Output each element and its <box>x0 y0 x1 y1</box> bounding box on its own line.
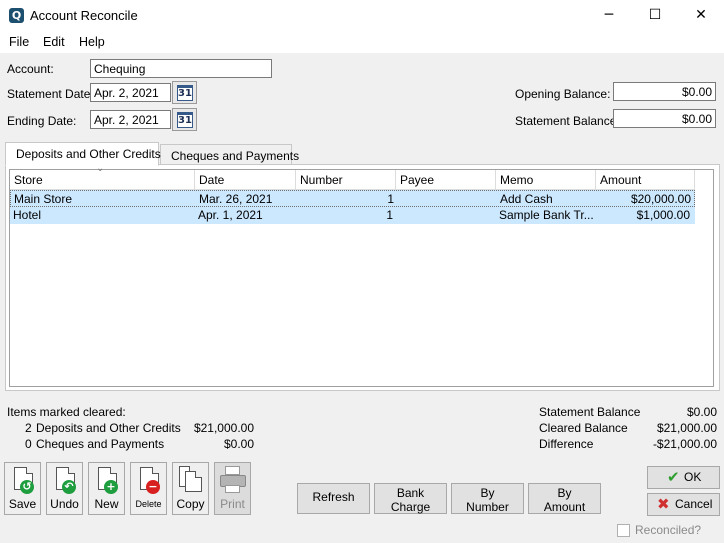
statement-balance-field[interactable]: $0.00 <box>613 109 716 128</box>
by-amount-label-line1: By <box>557 486 572 500</box>
by-amount-button[interactable]: By Amount <box>528 483 601 514</box>
document-copy-icon <box>185 471 202 492</box>
reconciled-checkbox[interactable] <box>617 524 630 537</box>
cell-memo: Sample Bank Tr... <box>499 208 594 222</box>
new-label: New <box>94 497 119 511</box>
undo-button[interactable]: ↶ Undo <box>46 462 83 515</box>
cell-number: 1 <box>387 192 394 206</box>
cell-memo: Add Cash <box>500 192 553 206</box>
ending-date-label: Ending Date: <box>7 114 77 128</box>
undo-label: Undo <box>50 497 79 511</box>
minus-icon: − <box>146 480 160 494</box>
deposits-count: 2 <box>25 421 32 435</box>
cell-amount: $1,000.00 <box>636 208 690 222</box>
cell-store: Main Store <box>14 192 73 206</box>
menu-bar <box>0 31 724 53</box>
menu-edit[interactable]: Edit <box>43 35 65 49</box>
cheques-count: 0 <box>25 437 32 451</box>
minimize-button[interactable]: ─ <box>586 0 632 31</box>
statement-date-field[interactable]: Apr. 2, 2021 <box>90 83 171 102</box>
tab-deposits-and-other-credits[interactable]: Deposits and Other Credits <box>5 142 161 166</box>
cell-number: 1 <box>386 208 393 222</box>
sort-indicator-icon: ⌄ <box>96 163 105 174</box>
print-label: Print <box>220 497 245 511</box>
refresh-button[interactable]: Refresh <box>297 483 370 514</box>
reconciled-label: Reconciled? <box>635 523 702 537</box>
difference-label: Difference <box>539 437 594 451</box>
calendar-icon: 31 <box>177 112 193 128</box>
account-field[interactable]: Chequing <box>90 59 272 78</box>
close-button[interactable]: ✕ <box>678 0 724 31</box>
printer-output-icon <box>225 485 240 493</box>
tab-cheques-and-payments[interactable]: Cheques and Payments <box>160 144 299 166</box>
save-button[interactable]: ↺ Save <box>4 462 41 515</box>
difference-value: -$21,000.00 <box>652 437 717 451</box>
deposits-label: Deposits and Other Credits <box>36 421 181 435</box>
cell-payee <box>397 191 497 208</box>
ending-date-field[interactable]: Apr. 2, 2021 <box>90 110 171 129</box>
menu-file[interactable]: File <box>9 35 29 49</box>
summary-statement-balance-label: Statement Balance <box>539 405 641 419</box>
by-number-label-line1: By <box>480 486 495 500</box>
maximize-button[interactable]: ☐ <box>632 0 678 31</box>
window-title: Account Reconcile <box>30 8 138 23</box>
summary-statement-balance-value: $0.00 <box>686 405 717 419</box>
delete-label: Delete <box>135 499 162 509</box>
column-amount[interactable]: Amount <box>596 170 695 190</box>
app-icon: Q <box>9 8 24 23</box>
column-payee[interactable]: Payee <box>396 170 496 190</box>
bank-charge-button[interactable]: Bank Charge <box>374 483 447 514</box>
cell-store: Hotel <box>13 208 42 222</box>
menu-help[interactable]: Help <box>79 35 105 49</box>
cheques-label: Cheques and Payments <box>36 437 165 451</box>
new-button[interactable]: + New <box>88 462 125 515</box>
copy-button[interactable]: Copy <box>172 462 209 515</box>
ok-button[interactable]: ✔ OK <box>647 466 720 489</box>
save-label: Save <box>8 497 37 511</box>
by-number-label-line2: Number <box>466 500 509 514</box>
cancel-button[interactable]: ✖ Cancel <box>647 493 720 516</box>
delete-button[interactable]: − Delete <box>130 462 167 515</box>
cleared-balance-label: Cleared Balance <box>539 421 628 435</box>
table-row[interactable]: Main Store Mar. 26, 2021 1 Add Cash $20,… <box>10 190 695 207</box>
cell-date: Mar. 26, 2021 <box>199 192 273 206</box>
refresh-label: Refresh <box>312 490 355 504</box>
print-button[interactable]: Print <box>214 462 251 515</box>
account-label: Account: <box>7 62 54 76</box>
statement-date-label: Statement Date: <box>7 87 94 101</box>
deposits-amount: $21,000.00 <box>193 421 254 435</box>
column-number[interactable]: Number <box>296 170 396 190</box>
cell-payee <box>396 207 496 224</box>
cell-date: Apr. 1, 2021 <box>198 208 263 222</box>
cancel-x-icon: ✖ <box>657 495 670 513</box>
opening-balance-field[interactable]: $0.00 <box>613 82 716 101</box>
checkmark-icon: ✔ <box>667 468 680 486</box>
column-date[interactable]: Date <box>195 170 296 190</box>
printer-paper-icon <box>225 466 240 475</box>
cell-amount: $20,000.00 <box>630 192 691 206</box>
copy-label: Copy <box>176 497 205 511</box>
undo-arrow-icon: ↶ <box>62 480 76 494</box>
statement-balance-label: Statement Balance: <box>515 114 620 128</box>
opening-balance-label: Opening Balance: <box>515 87 611 101</box>
statement-date-calendar-button[interactable]: 31 <box>172 81 197 104</box>
column-memo[interactable]: Memo <box>496 170 596 190</box>
cancel-label: Cancel <box>675 497 713 511</box>
ending-date-calendar-button[interactable]: 31 <box>172 108 197 131</box>
save-arrow-icon: ↺ <box>20 480 34 494</box>
bank-charge-label-line2: Charge <box>390 500 431 514</box>
items-marked-cleared-label: Items marked cleared: <box>7 405 126 419</box>
by-amount-label-line2: Amount <box>543 500 586 514</box>
cheques-amount: $0.00 <box>223 437 254 451</box>
bank-charge-label-line1: Bank <box>396 486 425 500</box>
calendar-icon: 31 <box>177 85 193 101</box>
table-row[interactable]: Hotel Apr. 1, 2021 1 Sample Bank Tr... $… <box>10 207 695 224</box>
ok-label: OK <box>684 470 702 484</box>
by-number-button[interactable]: By Number <box>451 483 524 514</box>
cleared-balance-value: $21,000.00 <box>656 421 717 435</box>
plus-icon: + <box>104 480 118 494</box>
